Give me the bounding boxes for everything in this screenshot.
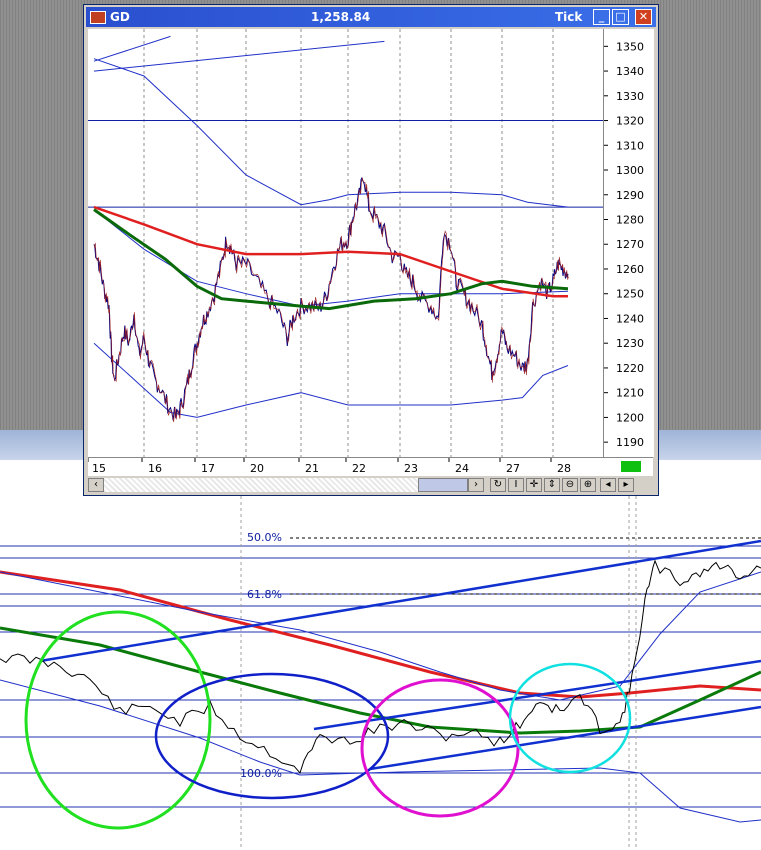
x-tick-label: 27 <box>506 462 520 475</box>
y-tick-label: 1240 <box>616 312 644 325</box>
status-badge <box>621 461 641 472</box>
interval-label: Tick <box>555 10 583 24</box>
scroll-toolbar[interactable]: ‹ › ↻ I ✛ ⇕ ⊖ ⊕ ◂ ▸ <box>88 477 654 493</box>
x-tick-label: 28 <box>557 462 571 475</box>
pan-icon[interactable]: ⇕ <box>544 478 560 492</box>
y-tick-label: 1260 <box>616 263 644 276</box>
lower-band <box>93 342 569 418</box>
y-tick-label: 1330 <box>616 90 644 103</box>
x-tick-label: 24 <box>455 462 469 475</box>
x-tick-label: 15 <box>92 462 106 475</box>
symbol-label: GD <box>110 10 130 24</box>
x-tick-label: 23 <box>404 462 418 475</box>
x-tick-label: 17 <box>201 462 215 475</box>
refresh-icon[interactable]: ↻ <box>490 478 506 492</box>
title-bar[interactable]: GD 1,258.84 Tick _ □ ✕ <box>86 7 656 27</box>
scroll-track[interactable] <box>104 478 418 492</box>
trendline-lower <box>93 40 385 72</box>
price-series <box>93 176 569 421</box>
x-tick-label: 16 <box>148 462 162 475</box>
scroll-thumb[interactable] <box>418 478 468 492</box>
y-tick-label: 1290 <box>616 189 644 202</box>
close-icon[interactable]: ✕ <box>635 9 652 25</box>
y-tick-label: 1220 <box>616 362 644 375</box>
y-tick-label: 1210 <box>616 387 644 400</box>
maximize-icon[interactable]: □ <box>612 9 629 25</box>
x-tick-label: 22 <box>352 462 366 475</box>
chart-window[interactable]: GD 1,258.84 Tick _ □ ✕ 1190 1200 1210 1220 1… <box>83 4 659 496</box>
fib-618-label: 61.8% <box>247 588 282 601</box>
fib-50-label: 50.0% <box>247 531 282 544</box>
zoom-out-icon[interactable]: ⊖ <box>562 478 578 492</box>
minimize-icon[interactable]: _ <box>593 9 610 25</box>
y-tick-label: 1340 <box>616 65 644 78</box>
y-tick-label: 1190 <box>616 436 644 449</box>
trendline-upper <box>93 35 171 62</box>
y-tick-label: 1250 <box>616 288 644 301</box>
axis-corner <box>603 457 653 476</box>
time-axis: 15 16 17 20 21 22 23 24 27 28 <box>88 457 603 476</box>
crosshair-icon[interactable]: ✛ <box>526 478 542 492</box>
y-tick-label: 1270 <box>616 238 644 251</box>
price-plot[interactable] <box>88 29 603 457</box>
x-tick-label: 21 <box>305 462 319 475</box>
lower-chart-bg <box>0 496 761 850</box>
upper-band <box>93 58 569 208</box>
last-price: 1,258.84 <box>311 10 371 24</box>
y-tick-label: 1230 <box>616 337 644 350</box>
fib-100-label: 100.0% <box>240 767 282 780</box>
y-tick-label: 1300 <box>616 164 644 177</box>
page-left-icon[interactable]: ◂ <box>600 478 616 492</box>
y-tick-label: 1200 <box>616 411 644 424</box>
scroll-left-icon[interactable]: ‹ <box>88 478 104 492</box>
scroll-right-icon[interactable]: › <box>468 478 484 492</box>
y-tick-label: 1320 <box>616 115 644 128</box>
x-tick-label: 20 <box>250 462 264 475</box>
page-right-icon[interactable]: ▸ <box>618 478 634 492</box>
y-tick-label: 1280 <box>616 213 644 226</box>
cursor-icon[interactable]: I <box>508 478 524 492</box>
chart-icon <box>90 11 106 24</box>
y-tick-label: 1350 <box>616 40 644 53</box>
y-tick-label: 1310 <box>616 139 644 152</box>
price-series-wick <box>94 178 569 423</box>
zoom-in-icon[interactable]: ⊕ <box>580 478 596 492</box>
price-axis: 1190 1200 1210 1220 1230 1240 1250 1260 1270 1280… <box>603 29 654 457</box>
